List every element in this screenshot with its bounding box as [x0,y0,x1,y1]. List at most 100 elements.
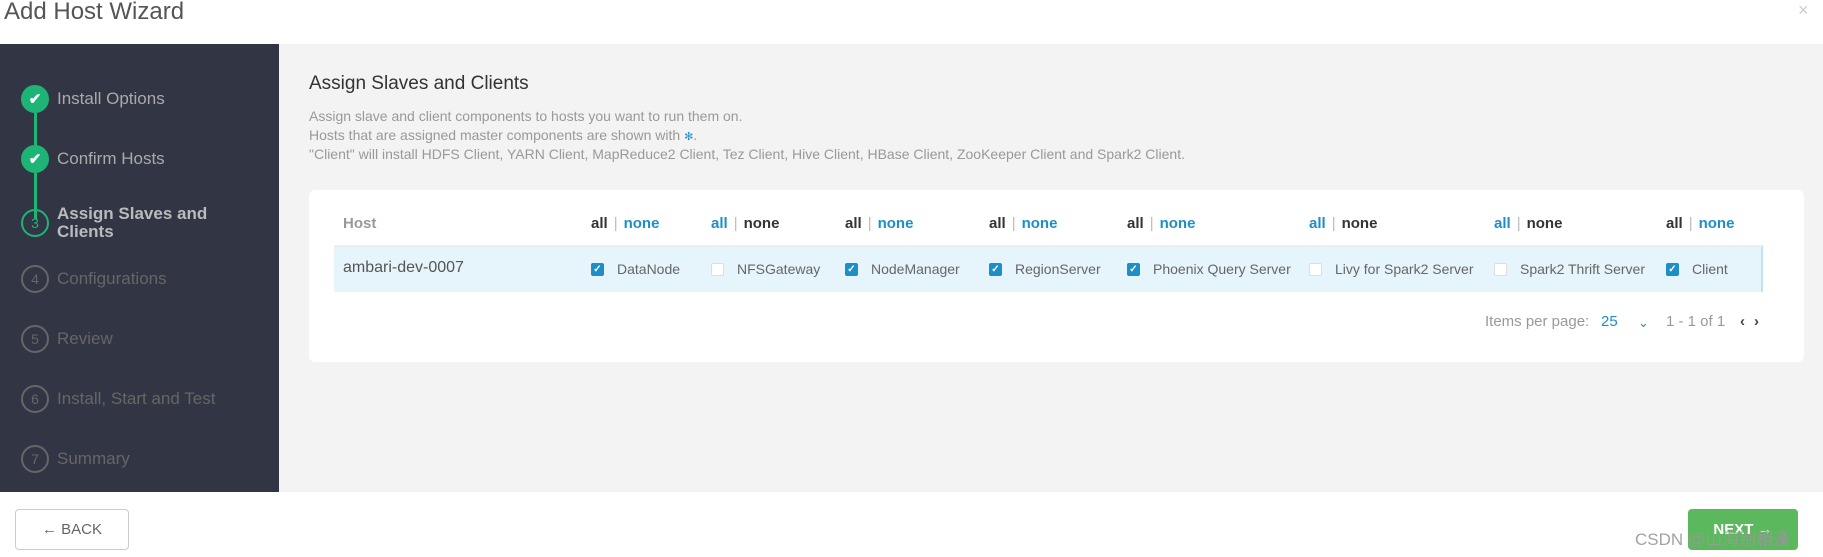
component-checkbox[interactable]: ✓ [989,262,1002,276]
host-name: ambari-dev-0007 [343,259,464,276]
check-icon: ✔ [21,85,49,113]
table-row: ambari-dev-0007 ✓ DataNode NFSGateway ✓ Node… [334,245,1763,292]
separator: | [733,215,738,232]
step-label: Configurations [57,269,167,288]
step-label: Confirm Hosts [57,149,165,168]
previous-page-icon[interactable]: ‹ [1740,313,1745,330]
component-label: Livy for Spark2 Server [1335,261,1474,277]
step-5: 5 Review [21,325,113,353]
check-icon: ✔ [21,145,49,173]
column-select-links: all | none [1666,215,1734,232]
component-checkbox[interactable] [1309,262,1322,276]
step-number: 5 [21,325,49,353]
wizard-title: Add Host Wizard [4,0,185,25]
column-select-links: all | none [1309,215,1377,232]
main-content: Assign Slaves and Clients Assign slave a… [279,44,1823,492]
step-number: 3 [21,209,49,237]
select-none-link[interactable]: none [1699,215,1735,232]
step-2: ✔ Confirm Hosts [21,145,165,173]
chevron-down-icon[interactable]: ⌄ [1638,315,1649,331]
assign-table-card: Host ambari-dev-0007 ✓ DataNode NFSGateway… [309,190,1804,362]
component-cell: ✓ Phoenix Query Server [1127,261,1291,277]
column-select-links: all | none [845,215,913,232]
select-none-link[interactable]: none [1342,215,1378,232]
component-label: Phoenix Query Server [1153,261,1291,277]
column-select-links: all | none [1494,215,1562,232]
step-label: Summary [57,449,130,468]
column-select-links: all | none [591,215,659,232]
select-all-link[interactable]: all [1494,215,1511,232]
select-all-link[interactable]: all [989,215,1006,232]
component-checkbox[interactable] [711,262,724,276]
page-title: Assign Slaves and Clients [309,73,529,94]
component-cell: ✓ RegionServer [989,261,1101,277]
select-none-link[interactable]: none [1022,215,1058,232]
step-number: 6 [21,385,49,413]
select-none-link[interactable]: none [878,215,914,232]
component-checkbox[interactable] [1494,262,1507,276]
component-label: DataNode [617,261,681,277]
select-none-link[interactable]: none [1160,215,1196,232]
component-checkbox[interactable]: ✓ [1666,262,1679,276]
select-all-link[interactable]: all [1666,215,1683,232]
separator: | [1149,215,1154,232]
column-select-links: all | none [989,215,1057,232]
column-select-links: all | none [711,215,779,232]
separator: | [1516,215,1521,232]
component-cell: ✓ NodeManager [845,261,960,277]
component-label: Client [1692,261,1728,277]
component-label: Spark2 Thrift Server [1520,261,1646,277]
component-cell: Livy for Spark2 Server [1309,261,1474,277]
separator: | [867,215,872,232]
step-label: Review [57,329,113,348]
step-1: ✔ Install Options [21,85,165,113]
items-per-page-label: Items per page: [1485,313,1590,330]
host-column-header: Host [343,215,377,232]
component-label: NodeManager [871,261,960,277]
step-4: 4 Configurations [21,265,167,293]
select-all-link[interactable]: all [591,215,608,232]
pagination-range: 1 - 1 of 1 [1666,313,1726,330]
description-text: . [693,127,698,143]
step-number: 7 [21,445,49,473]
component-label: RegionServer [1015,261,1101,277]
separator: | [1331,215,1336,232]
watermark: CSDN @山海别相逢 [1635,530,1791,549]
component-cell: NFSGateway [711,261,820,277]
wizard-steps-sidebar: ✔ Install Options ✔ Confirm Hosts 3 Assign Sl… [0,44,279,492]
master-component-icon: ✻ [684,131,694,143]
step-label: Install Options [57,89,165,108]
select-none-link[interactable]: none [624,215,660,232]
step-label: Assign Slaves and Clients [57,204,208,241]
component-label: NFSGateway [737,261,821,277]
description-line: Assign slave and client components to ho… [309,108,743,124]
next-page-icon[interactable]: › [1754,313,1759,330]
close-icon[interactable]: × [1798,0,1809,21]
description-text: Hosts that are assigned master component… [309,127,681,143]
component-checkbox[interactable]: ✓ [845,262,858,276]
description-line: "Client" will install HDFS Client, YARN … [309,146,1185,162]
separator: | [1011,215,1016,232]
component-cell: Spark2 Thrift Server [1494,261,1645,277]
step-number: 4 [21,265,49,293]
component-cell: ✓ DataNode [591,261,680,277]
description-line: Hosts that are assigned master component… [309,127,697,143]
select-none-link[interactable]: none [744,215,780,232]
select-none-link[interactable]: none [1527,215,1563,232]
select-all-link[interactable]: all [845,215,862,232]
separator: | [613,215,618,232]
component-checkbox[interactable]: ✓ [1127,262,1140,276]
select-all-link[interactable]: all [1127,215,1144,232]
select-all-link[interactable]: all [711,215,728,232]
separator: | [1688,215,1693,232]
column-select-links: all | none [1127,215,1195,232]
select-all-link[interactable]: all [1309,215,1326,232]
step-3: 3 Assign Slaves and Clients [21,205,237,241]
step-6: 6 Install, Start and Test [21,385,215,413]
component-cell: ✓ Client [1666,261,1728,277]
items-per-page-select[interactable]: 25 [1601,313,1618,330]
step-7: 7 Summary [21,445,130,473]
step-label: Install, Start and Test [57,389,216,408]
back-button[interactable]: ← BACK [15,509,129,550]
component-checkbox[interactable]: ✓ [591,262,604,276]
